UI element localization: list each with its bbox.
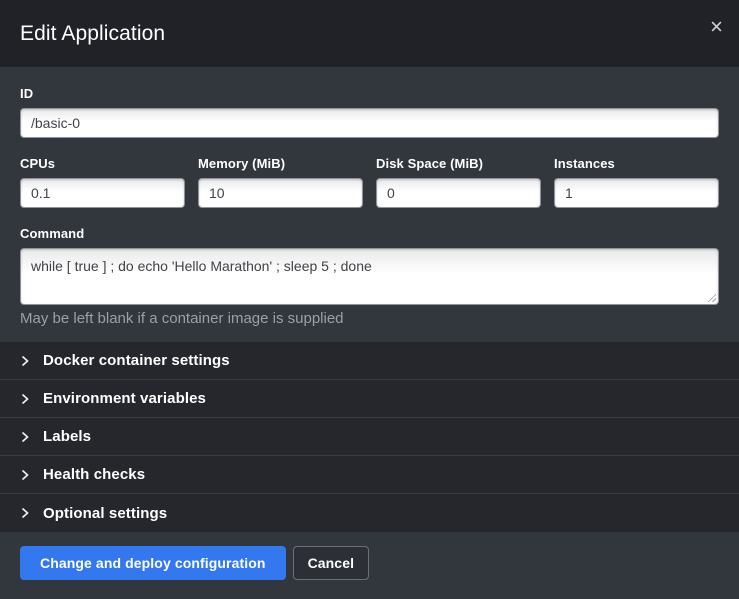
close-button[interactable] — [707, 17, 725, 35]
instances-input[interactable] — [554, 178, 719, 208]
section-optional-settings[interactable]: Optional settings — [0, 494, 739, 532]
chevron-right-icon — [20, 469, 30, 481]
edit-application-modal: Edit Application ID CPUs Memory (MiB) — [0, 0, 739, 599]
memory-label: Memory (MiB) — [198, 156, 363, 171]
command-help-text: May be left blank if a container image i… — [20, 310, 719, 327]
section-docker-container-settings[interactable]: Docker container settings — [0, 342, 739, 380]
section-label: Health checks — [43, 466, 145, 483]
change-and-deploy-button[interactable]: Change and deploy configuration — [20, 546, 286, 580]
chevron-right-icon — [20, 393, 30, 405]
memory-field-group: Memory (MiB) — [198, 156, 363, 208]
cpus-input[interactable] — [20, 178, 185, 208]
chevron-right-icon — [20, 507, 30, 519]
resource-row: CPUs Memory (MiB) Disk Space (MiB) Insta… — [20, 156, 719, 208]
command-textarea[interactable]: while [ true ] ; do echo 'Hello Marathon… — [20, 248, 719, 305]
id-label: ID — [20, 86, 719, 101]
modal-title: Edit Application — [20, 22, 165, 46]
section-labels[interactable]: Labels — [0, 418, 739, 456]
modal-header: Edit Application — [0, 0, 739, 67]
close-icon — [711, 21, 722, 32]
section-label: Environment variables — [43, 390, 206, 407]
chevron-right-icon — [20, 431, 30, 443]
modal-form: ID CPUs Memory (MiB) Disk Space (MiB) In… — [0, 67, 739, 342]
disk-space-field-group: Disk Space (MiB) — [376, 156, 541, 208]
id-field-group: ID — [20, 86, 719, 138]
section-label: Optional settings — [43, 505, 167, 522]
instances-label: Instances — [554, 156, 719, 171]
section-health-checks[interactable]: Health checks — [0, 456, 739, 494]
collapsible-sections: Docker container settings Environment va… — [0, 342, 739, 532]
disk-space-label: Disk Space (MiB) — [376, 156, 541, 171]
cancel-button[interactable]: Cancel — [293, 546, 370, 580]
disk-space-input[interactable] — [376, 178, 541, 208]
command-label: Command — [20, 226, 719, 241]
memory-input[interactable] — [198, 178, 363, 208]
section-environment-variables[interactable]: Environment variables — [0, 380, 739, 418]
command-field-group: Command while [ true ] ; do echo 'Hello … — [20, 226, 719, 327]
id-input[interactable] — [20, 108, 719, 138]
chevron-right-icon — [20, 355, 30, 367]
section-label: Labels — [43, 428, 91, 445]
cpus-label: CPUs — [20, 156, 185, 171]
modal-footer: Change and deploy configuration Cancel — [0, 532, 739, 599]
instances-field-group: Instances — [554, 156, 719, 208]
section-label: Docker container settings — [43, 352, 230, 369]
cpus-field-group: CPUs — [20, 156, 185, 208]
